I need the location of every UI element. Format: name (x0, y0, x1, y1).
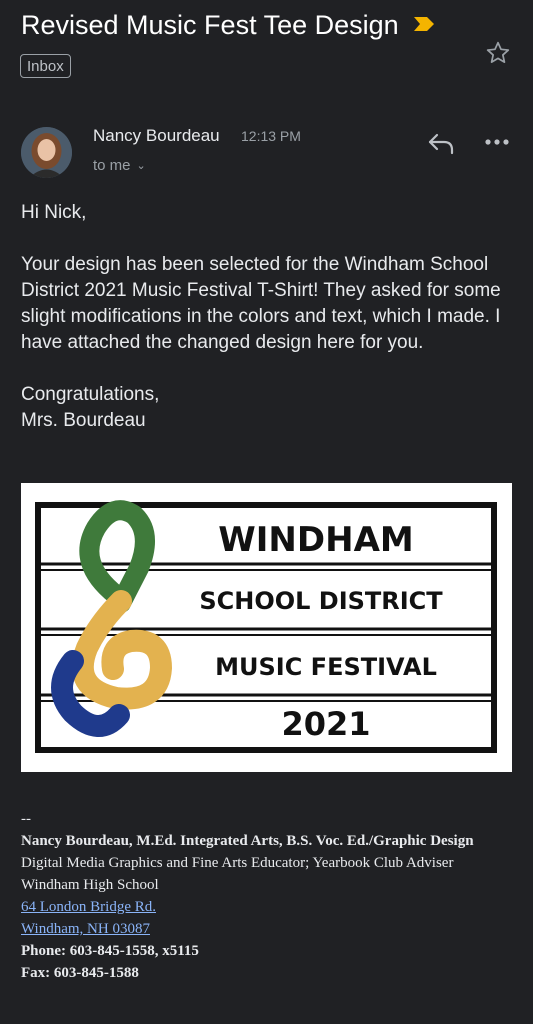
signature-title: Digital Media Graphics and Fine Arts Edu… (21, 855, 454, 871)
design-line-festival: MUSIC FESTIVAL (215, 653, 437, 681)
signoff: Mrs. Bourdeau (21, 410, 146, 431)
email-subject: Revised Music Fest Tee Design (21, 10, 399, 40)
design-line-district: SCHOOL DISTRICT (199, 587, 443, 615)
festival-logo: WINDHAM SCHOOL DISTRICT MUSIC FESTIVAL 2… (35, 500, 497, 753)
email-time: 12:13 PM (241, 128, 301, 144)
address-link-city[interactable]: Windham, NH 03087 (21, 921, 150, 937)
more-options-button[interactable] (482, 130, 512, 154)
reply-button[interactable] (426, 130, 456, 156)
inbox-label[interactable]: Inbox (20, 54, 71, 78)
attached-design-image[interactable]: WINDHAM SCHOOL DISTRICT MUSIC FESTIVAL 2… (21, 483, 512, 772)
address-link-street[interactable]: 64 London Bridge Rd. (21, 899, 156, 915)
signature-fax: Fax: 603-845-1588 (21, 965, 139, 981)
signature-phone: Phone: 603-845-1558, x5115 (21, 943, 199, 959)
signature-school: Windham High School (21, 877, 159, 893)
design-line-windham: WINDHAM (218, 520, 413, 560)
avatar[interactable] (21, 127, 72, 178)
recipient-label: to me (93, 157, 131, 174)
reply-icon (426, 133, 456, 160)
sender-name[interactable]: Nancy Bourdeau (93, 126, 220, 146)
signature-separator: -- (21, 811, 31, 827)
signature-block: -- Nancy Bourdeau, M.Ed. Integrated Arts… (21, 808, 501, 984)
body-paragraph: Your design has been selected for the Wi… (21, 254, 501, 353)
star-icon[interactable] (485, 40, 511, 71)
chevron-down-icon: ⌄ (136, 160, 146, 172)
more-icon (482, 139, 512, 158)
recipient-details-toggle[interactable]: to me ⌄ (93, 157, 146, 174)
greeting: Hi Nick, (21, 202, 87, 223)
email-body: Hi Nick, Your design has been selected f… (21, 200, 501, 434)
design-line-year: 2021 (281, 705, 370, 743)
closing: Congratulations, (21, 384, 160, 405)
subject-header: Revised Music Fest Tee Design (21, 6, 521, 46)
signature-name: Nancy Bourdeau, M.Ed. Integrated Arts, B… (21, 833, 474, 849)
important-marker-icon[interactable] (413, 16, 435, 37)
